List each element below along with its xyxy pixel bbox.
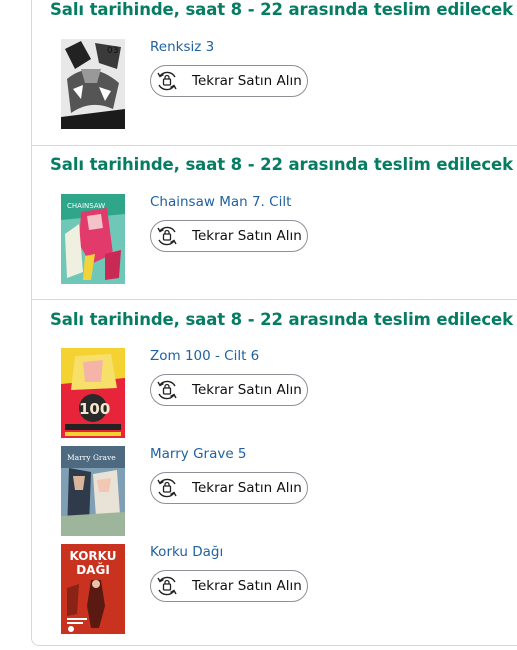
buy-again-label: Tekrar Satın Alın xyxy=(192,228,302,244)
buy-again-icon xyxy=(157,380,177,400)
buy-again-icon xyxy=(157,478,177,498)
product-image[interactable]: 03 xyxy=(61,39,125,129)
product-title-link[interactable]: Renksiz 3 xyxy=(150,39,214,55)
order-item: 100 Zom 100 - Cilt 6 Tekrar Satın Alın xyxy=(32,348,517,438)
delivery-heading: Salı tarihinde, saat 8 - 22 arasında tes… xyxy=(50,155,514,174)
buy-again-label: Tekrar Satın Alın xyxy=(192,480,302,496)
order-item: CHAINSAW Chainsaw Man 7. Cilt Tekrar Sat… xyxy=(32,194,517,284)
buy-again-label: Tekrar Satın Alın xyxy=(192,578,302,594)
svg-text:Marry Grave: Marry Grave xyxy=(67,453,116,462)
buy-again-button[interactable]: Tekrar Satın Alın xyxy=(150,570,308,602)
svg-text:CHAINSAW: CHAINSAW xyxy=(67,202,105,210)
product-image[interactable]: Marry Grave xyxy=(61,446,125,536)
svg-text:KORKU: KORKU xyxy=(69,549,116,563)
product-title-link[interactable]: Marry Grave 5 xyxy=(150,446,247,462)
product-image[interactable]: CHAINSAW xyxy=(61,194,125,284)
product-title-link[interactable]: Chainsaw Man 7. Cilt xyxy=(150,194,291,210)
buy-again-icon xyxy=(157,576,177,596)
product-title-link[interactable]: Korku Dağı xyxy=(150,544,223,560)
order-item: 03 Renksiz 3 Tekrar Satın Alın xyxy=(32,39,517,129)
section-divider xyxy=(32,145,517,146)
buy-again-label: Tekrar Satın Alın xyxy=(192,73,302,89)
delivery-heading: Salı tarihinde, saat 8 - 22 arasında tes… xyxy=(50,310,514,329)
buy-again-icon xyxy=(157,226,177,246)
delivery-heading: Salı tarihinde, saat 8 - 22 arasında tes… xyxy=(50,0,514,19)
order-item: KORKU DAĞI Korku Dağı Tekrar Satın Alın xyxy=(32,544,517,634)
product-title-link[interactable]: Zom 100 - Cilt 6 xyxy=(150,348,259,364)
order-shipments-panel: Salı tarihinde, saat 8 - 22 arasında tes… xyxy=(31,0,517,646)
product-image[interactable]: KORKU DAĞI xyxy=(61,544,125,634)
buy-again-button[interactable]: Tekrar Satın Alın xyxy=(150,472,308,504)
svg-text:03: 03 xyxy=(107,46,118,56)
svg-text:DAĞI: DAĞI xyxy=(76,562,110,577)
order-item: Marry Grave Marry Grave 5 Tekrar Satın A… xyxy=(32,446,517,536)
buy-again-button[interactable]: Tekrar Satın Alın xyxy=(150,220,308,252)
product-image[interactable]: 100 xyxy=(61,348,125,438)
buy-again-button[interactable]: Tekrar Satın Alın xyxy=(150,374,308,406)
buy-again-button[interactable]: Tekrar Satın Alın xyxy=(150,65,308,97)
svg-text:100: 100 xyxy=(79,400,110,418)
section-divider xyxy=(32,299,517,300)
buy-again-icon xyxy=(157,71,177,91)
buy-again-label: Tekrar Satın Alın xyxy=(192,382,302,398)
